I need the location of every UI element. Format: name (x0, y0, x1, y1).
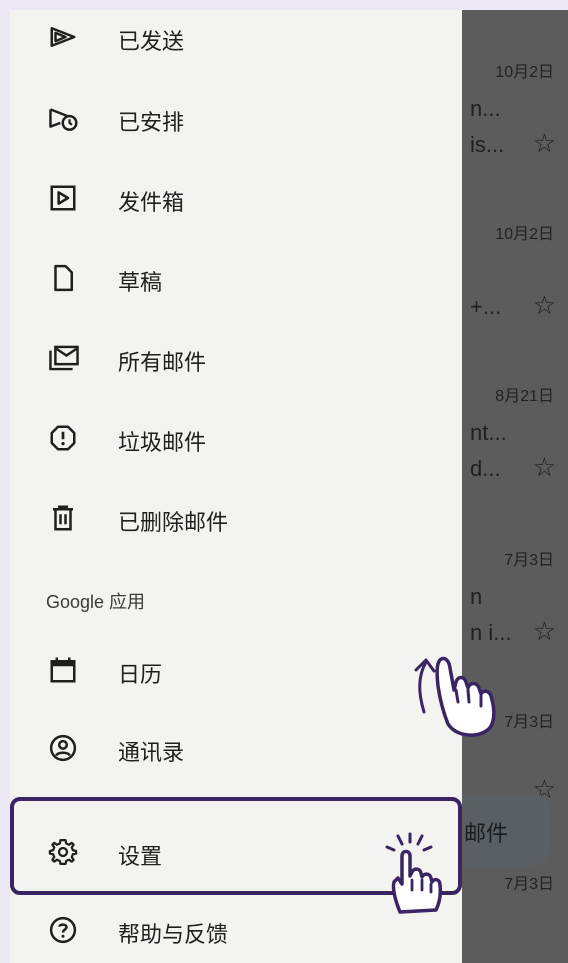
star-icon: ☆ (532, 616, 556, 646)
drawer-item-label: 帮助与反馈 (118, 922, 229, 947)
drawer-item-outbox[interactable]: 发件箱 (10, 168, 462, 228)
inbox-row-date: 10月2日 (495, 64, 554, 81)
contacts-icon (48, 733, 78, 763)
drawer-item-contacts[interactable]: 通讯录 (10, 718, 462, 778)
drawer-item-label: 日历 (118, 662, 163, 687)
draft-icon (48, 263, 78, 293)
send-icon (48, 22, 78, 52)
inbox-row-date: 10月2日 (495, 226, 554, 243)
drawer-item-spam[interactable]: 垃圾邮件 (10, 408, 462, 468)
help-icon (48, 915, 78, 945)
drawer-item-label: 已安排 (118, 110, 185, 135)
tap-gesture-icon (378, 832, 458, 922)
drawer-item-label: 垃圾邮件 (118, 430, 207, 455)
section-header-google-apps: Google 应用 (46, 592, 146, 612)
star-icon: ☆ (532, 128, 556, 158)
device-screen: 10月2日 n... is... ☆ 10月2日 +... ☆ 8月21日 nt… (10, 10, 568, 963)
star-icon: ☆ (532, 452, 556, 482)
scheduled-send-icon (48, 103, 78, 133)
calendar-icon (48, 655, 78, 685)
drawer-item-all-mail[interactable]: 所有邮件 (10, 328, 462, 388)
inbox-row-line1: n (470, 584, 483, 609)
outbox-icon (48, 183, 78, 213)
drawer-item-scheduled[interactable]: 已安排 (10, 88, 462, 148)
inbox-row-line2: is... (470, 132, 505, 157)
star-icon: ☆ (532, 290, 556, 320)
drawer-item-label: 已发送 (118, 29, 185, 54)
inbox-row-date: 7月3日 (504, 876, 554, 893)
swipe-up-gesture-icon (404, 640, 514, 740)
inbox-row-date: 7月3日 (504, 552, 554, 569)
drawer-item-calendar[interactable]: 日历 (10, 640, 462, 700)
drawer-item-sent[interactable]: 已发送 (10, 10, 462, 70)
all-mail-icon (48, 343, 79, 373)
drawer-item-drafts[interactable]: 草稿 (10, 248, 462, 308)
drawer-item-label: 已删除邮件 (118, 510, 229, 535)
drawer-item-label: 所有邮件 (118, 350, 207, 375)
drawer-item-label: 通讯录 (118, 740, 185, 765)
compose-label: 邮件 (464, 821, 509, 846)
trash-icon (48, 503, 78, 533)
drawer-item-label: 发件箱 (118, 190, 185, 215)
drawer-item-label: 草稿 (118, 270, 163, 295)
inbox-row-date: 8月21日 (495, 388, 554, 405)
inbox-row-line1: nt... (470, 420, 507, 445)
inbox-row-line2: d... (470, 456, 501, 481)
inbox-row-line1: n... (470, 96, 501, 121)
spam-icon (48, 423, 78, 453)
navigation-drawer: 已发送 已安排 发件箱 草稿 所有邮件 垃圾邮件 已删除邮件 Google 应用… (10, 10, 462, 963)
drawer-item-trash[interactable]: 已删除邮件 (10, 488, 462, 548)
compose-button[interactable]: 邮件 (450, 794, 550, 866)
inbox-row-line2: +... (470, 294, 502, 319)
